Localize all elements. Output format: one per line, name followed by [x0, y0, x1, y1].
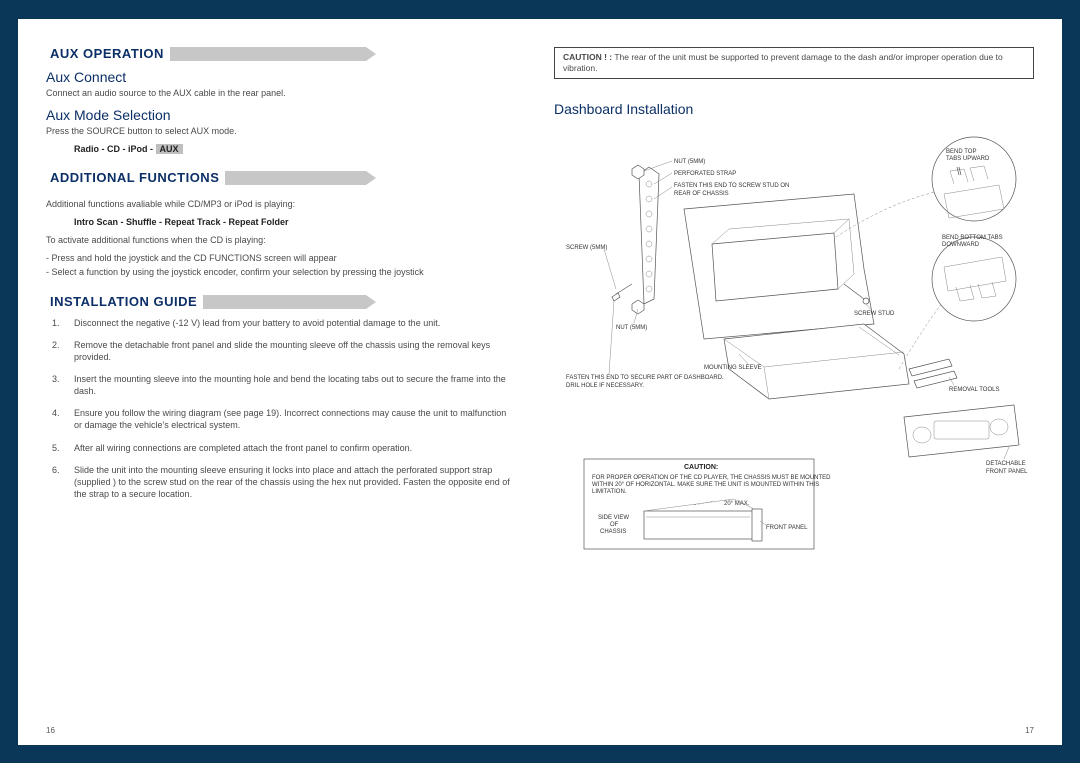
right-page: CAUTION ! : The rear of the unit must be… [540, 19, 1062, 745]
label-sideview-2: OF [610, 522, 619, 528]
caution-label: CAUTION ! : [563, 52, 612, 62]
modes-prefix: Radio - CD - iPod - [74, 144, 156, 154]
label-removal-tools: REMOVAL TOOLS [949, 387, 999, 393]
dashboard-cutout-icon: SCREW STUD [684, 189, 949, 339]
caution-l1: FOR PROPER OPERATION OF THE CD PLAYER, T… [592, 475, 831, 481]
label-fasten-dash-1: FASTEN THIS END TO SECURE PART OF DASHBO… [566, 375, 724, 381]
label-20max: 20° MAX. [724, 501, 750, 507]
additional-steps: Press and hold the joystick and the CD F… [46, 252, 512, 278]
mode-sequence: Radio - CD - iPod - AUX [46, 143, 512, 155]
install-3: Insert the mounting sleeve into the moun… [62, 373, 512, 397]
label-bend-top-1: BEND TOP [946, 149, 976, 155]
label-nut-b: NUT (5MM) [616, 325, 647, 331]
label-perf-strap: PERFORATED STRAP [674, 171, 736, 177]
label-detach-fp-1: DETACHABLE [986, 461, 1026, 467]
label-nut-a: NUT (5MM) [674, 159, 705, 165]
label-mounting-sleeve: MOUNTING SLEEVE [704, 365, 762, 371]
text-aux-connect: Connect an audio source to the AUX cable… [46, 87, 512, 99]
install-2: Remove the detachable front panel and sl… [62, 339, 512, 363]
label-sideview-3: CHASSIS [600, 529, 626, 535]
modes-highlight: AUX [156, 144, 183, 154]
text-additional-1: Additional functions avaliable while CD/… [46, 198, 512, 210]
section-install: INSTALLATION GUIDE [46, 295, 512, 309]
step-1: Press and hold the joystick and the CD F… [58, 252, 512, 264]
install-1: Disconnect the negative (-12 V) lead fro… [62, 317, 512, 329]
label-front-panel: FRONT PANEL [766, 525, 808, 531]
additional-modes: Intro Scan - Shuffle - Repeat Track - Re… [46, 216, 512, 228]
caution-box: CAUTION ! : The rear of the unit must be… [554, 47, 1034, 79]
text-aux-mode: Press the SOURCE button to select AUX mo… [46, 125, 512, 137]
heading-aux-connect: Aux Connect [46, 69, 512, 85]
detail-tabs-up-icon: BEND TOP TABS UPWARD [932, 137, 1016, 221]
installation-diagram: NUT (5MM) PERFORATED STRAP FASTEN THIS E… [554, 129, 1034, 559]
section-additional: ADDITIONAL FUNCTIONS [46, 171, 512, 185]
left-page: AUX OPERATION Aux Connect Connect an aud… [18, 19, 540, 745]
label-bend-bottom-2: DOWNWARD [942, 242, 980, 248]
install-5: After all wiring connections are complet… [62, 442, 512, 454]
label-bend-bottom-1: BEND BOTTOM TABS [942, 235, 1003, 241]
mount-angle-caution-icon: CAUTION: FOR PROPER OPERATION OF THE CD … [584, 459, 831, 549]
caution-text: The rear of the unit must be supported t… [563, 52, 1003, 73]
label-fasten-rear-2: REAR OF CHASSIS [674, 191, 729, 197]
label-screw5mm: SCREW (5MM) [566, 245, 607, 251]
section-aux-operation: AUX OPERATION [46, 47, 512, 61]
page-number-right: 17 [1025, 726, 1034, 735]
label-fasten-rear-1: FASTEN THIS END TO SCREW STUD ON [674, 183, 789, 189]
caution-l3: LIMITATION. [592, 489, 627, 495]
page-number-left: 16 [46, 726, 55, 735]
heading-aux-op: AUX OPERATION [46, 46, 170, 61]
install-steps: Disconnect the negative (-12 V) lead fro… [46, 317, 512, 501]
label-caution-hd: CAUTION: [684, 464, 718, 471]
heading-dashboard: Dashboard Installation [554, 101, 1034, 117]
step-2: Select a function by using the joystick … [58, 266, 512, 278]
front-panel-icon: DETACHABLE FRONT PANEL [904, 405, 1028, 475]
label-detach-fp-2: FRONT PANEL [986, 469, 1028, 475]
heading-additional: ADDITIONAL FUNCTIONS [46, 170, 225, 185]
install-6: Slide the unit into the mounting sleeve … [62, 464, 512, 500]
label-bend-top-2: TABS UPWARD [946, 156, 990, 162]
text-additional-2: To activate additional functions when th… [46, 234, 512, 246]
label-screw-stud: SCREW STUD [854, 311, 895, 317]
install-4: Ensure you follow the wiring diagram (se… [62, 407, 512, 431]
removal-tools-icon: REMOVAL TOOLS [909, 359, 999, 393]
heading-install: INSTALLATION GUIDE [46, 294, 203, 309]
detail-tabs-down-icon: BEND BOTTOM TABS DOWNWARD [932, 235, 1016, 321]
label-fasten-dash-2: DRIL HOLE IF NECESSARY. [566, 383, 644, 389]
heading-aux-mode: Aux Mode Selection [46, 107, 512, 123]
manual-spread: AUX OPERATION Aux Connect Connect an aud… [18, 19, 1062, 745]
caution-l2: WITHIN 20° OF HORIZONTAL. MAKE SURE THE … [592, 482, 819, 488]
label-sideview-1: SIDE VIEW [598, 515, 629, 521]
